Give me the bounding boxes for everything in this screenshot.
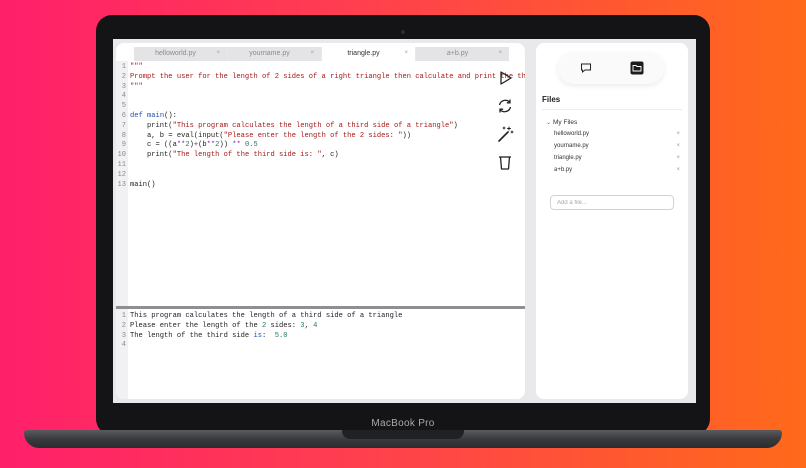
refresh-icon[interactable] [496, 97, 514, 115]
trash-icon[interactable] [496, 153, 514, 171]
line-content: a, b = eval(input("Please enter the leng… [130, 131, 411, 140]
file-name: a+b.py [554, 167, 573, 173]
remove-file-icon[interactable]: × [676, 155, 680, 161]
line-number: 12 [117, 170, 126, 179]
line-number: 1 [121, 312, 126, 320]
line-number: 11 [117, 161, 126, 169]
tab-label: triangle.py [347, 50, 380, 57]
tab-close-icon[interactable]: × [310, 50, 314, 56]
line-content: print("This program calculates the lengt… [130, 121, 458, 130]
line-content: c = ((a**2)+(b**2)) ** 0.5 [130, 141, 258, 150]
line-content: The length of the third side is: 5.0 [130, 331, 288, 340]
magic-wand-icon[interactable] [496, 125, 514, 143]
editor-panel: helloworld.py × yourname.py × triangle.p… [116, 43, 525, 399]
line-number: 2 [121, 72, 126, 81]
divider [542, 109, 682, 110]
tab-close-icon[interactable]: × [216, 50, 220, 56]
file-item[interactable]: helloworld.py × [554, 131, 680, 141]
device-label: MacBook Pro [371, 418, 435, 429]
tab-label: a+b.py [446, 50, 469, 57]
play-icon[interactable] [496, 69, 514, 87]
line-content: Please enter the length of the 2 sides: … [130, 321, 318, 330]
line-number: 3 [121, 82, 126, 91]
tab-label: yourname.py [249, 50, 290, 57]
line-number: 1 [121, 63, 126, 71]
line-number: 2 [121, 321, 126, 330]
files-title: Files [542, 95, 561, 104]
file-item[interactable]: a+b.py × [554, 167, 680, 177]
folder-icon[interactable] [630, 61, 644, 75]
tab-helloworld[interactable]: helloworld.py × [134, 47, 227, 61]
output-splitter[interactable] [116, 306, 525, 309]
file-name: helloworld.py [554, 131, 590, 137]
line-number: 4 [121, 341, 126, 350]
tab-bar: helloworld.py × yourname.py × triangle.p… [134, 47, 509, 61]
line-number: 13 [117, 180, 126, 189]
tab-label: helloworld.py [155, 50, 196, 57]
line-content: """ [130, 82, 143, 91]
laptop-notch [342, 430, 464, 439]
tab-yourname[interactable]: yourname.py × [228, 47, 321, 61]
remove-file-icon[interactable]: × [676, 143, 680, 149]
file-name: triangle.py [554, 155, 582, 161]
line-number: 5 [121, 102, 126, 111]
camera [401, 30, 405, 34]
line-content: def main(): [130, 112, 177, 120]
remove-file-icon[interactable]: × [676, 167, 680, 173]
line-content: Prompt the user for the length of 2 side… [130, 72, 525, 81]
file-name: yourname.py [554, 143, 589, 149]
line-number: 9 [121, 141, 126, 150]
files-panel: Files ⌄ My Files helloworld.py × yourname… [536, 43, 688, 399]
line-number: 10 [117, 151, 126, 160]
line-content: main() [130, 180, 156, 189]
line-number: 4 [121, 92, 126, 101]
file-item[interactable]: yourname.py × [554, 143, 680, 153]
tab-close-icon[interactable]: × [404, 50, 408, 56]
line-content: This program calculates the length of a … [130, 312, 403, 320]
tab-a-plus-b[interactable]: a+b.py × [416, 47, 509, 61]
line-number: 6 [121, 112, 126, 120]
tab-close-icon[interactable]: × [498, 50, 502, 56]
line-content: """ [130, 63, 143, 71]
tab-triangle[interactable]: triangle.py × [322, 47, 415, 61]
folder-my-files[interactable]: ⌄ My Files [546, 119, 577, 126]
remove-file-icon[interactable]: × [676, 131, 680, 137]
app-screen: helloworld.py × yourname.py × triangle.p… [113, 39, 696, 403]
chat-icon[interactable] [580, 62, 592, 74]
line-content: print("The length of the third side is: … [130, 151, 339, 160]
line-number: 7 [121, 121, 126, 130]
line-number: 3 [121, 331, 126, 340]
line-number: 8 [121, 131, 126, 140]
folder-label: My Files [553, 119, 578, 126]
add-file-input[interactable] [550, 195, 674, 210]
chevron-down-icon: ⌄ [546, 120, 552, 126]
file-item[interactable]: triangle.py × [554, 155, 680, 165]
panel-toggle [558, 52, 664, 84]
